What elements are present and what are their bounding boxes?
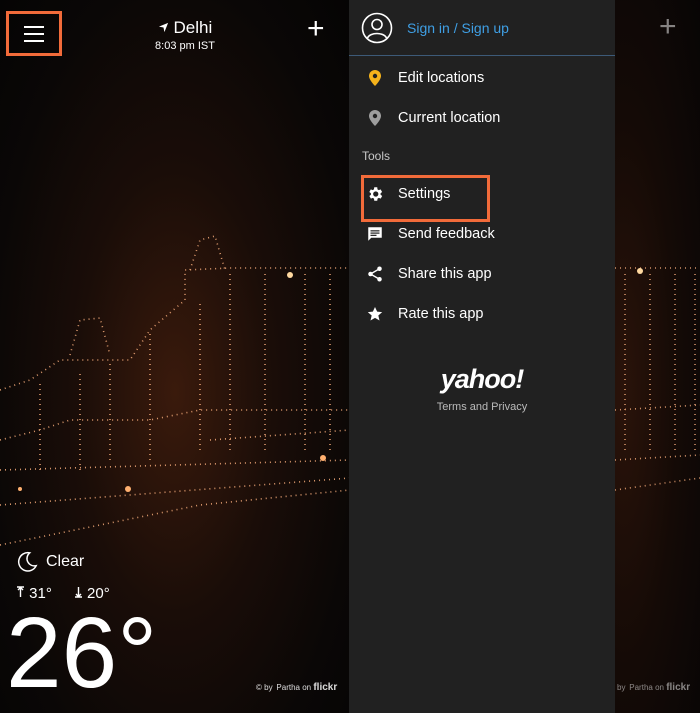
city-row: Delhi <box>100 18 270 38</box>
credit-prefix: by Partha on <box>264 683 312 692</box>
photo-credit[interactable]: © by Partha on flickr <box>256 682 337 693</box>
sign-in-link[interactable]: Sign in / Sign up <box>407 20 509 36</box>
avatar-icon <box>361 12 393 43</box>
sign-in-row[interactable]: Sign in / Sign up <box>349 0 615 56</box>
background-photo-strip <box>615 267 700 491</box>
highlight-box-settings <box>361 175 490 222</box>
flickr-logo: flickr <box>313 682 338 693</box>
location-arrow-icon <box>158 22 168 33</box>
share-icon <box>363 265 387 283</box>
background-strip: + by Partha on flickr <box>615 0 700 713</box>
pin-icon <box>363 70 387 86</box>
menu-item-current-location[interactable]: Current location <box>349 98 615 138</box>
menu-item-label: Send feedback <box>398 226 495 242</box>
add-location-button[interactable]: + <box>307 14 325 44</box>
current-temperature: 26° <box>6 597 158 709</box>
menu-item-edit-locations[interactable]: Edit locations <box>349 58 615 98</box>
yahoo-logo: yahoo! <box>440 364 525 394</box>
menu-item-rate-app[interactable]: Rate this app <box>349 294 615 334</box>
moon-icon <box>17 551 38 572</box>
menu-item-label: Current location <box>398 110 501 126</box>
terms-privacy-link[interactable]: Terms and Privacy <box>349 401 615 413</box>
navigation-drawer: Sign in / Sign up Edit locations Current… <box>349 0 615 713</box>
condition-row: Clear <box>16 551 84 573</box>
menu-item-label: Edit locations <box>398 70 485 86</box>
feedback-icon <box>363 225 387 243</box>
city-name: Delhi <box>173 18 213 37</box>
location-header[interactable]: Delhi 8:03 pm IST <box>100 18 270 52</box>
condition-text: Clear <box>46 553 85 570</box>
flickr-logo-dimmed: flickr <box>666 682 691 693</box>
weather-main-screen: Delhi 8:03 pm IST + Clear 31° 20° 26° © … <box>0 0 350 713</box>
star-icon <box>363 306 387 322</box>
photo-credit-dimmed: by Partha on flickr <box>617 682 690 693</box>
pin-icon <box>363 110 387 126</box>
copyright-icon: © <box>256 683 262 692</box>
add-location-button-dimmed: + <box>659 10 677 43</box>
tools-heading: Tools <box>362 149 391 163</box>
local-time: 8:03 pm IST <box>155 40 215 52</box>
credit-prefix-dimmed: by Partha on <box>617 683 664 692</box>
menu-item-label: Rate this app <box>398 306 484 322</box>
highlight-box-menu <box>6 11 62 56</box>
menu-item-share-app[interactable]: Share this app <box>349 254 615 294</box>
menu-item-label: Share this app <box>398 266 492 282</box>
